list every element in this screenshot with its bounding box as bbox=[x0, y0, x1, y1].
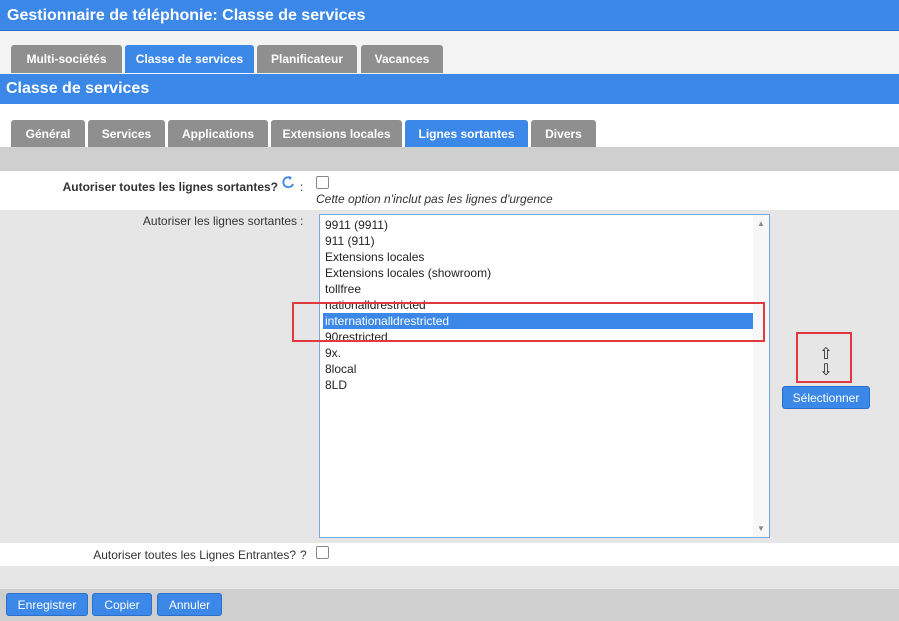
allow-all-outgoing-checkbox[interactable] bbox=[316, 176, 329, 189]
select-button[interactable]: Sélectionner bbox=[782, 386, 870, 409]
reorder-arrows: ⇧ ⇩ bbox=[816, 347, 836, 379]
tab-services[interactable]: Services bbox=[88, 120, 165, 148]
row-allow-all-incoming: Autoriser toutes les Lignes Entrantes? ? bbox=[0, 543, 899, 566]
sub-tab-bar: Général Services Applications Extensions… bbox=[0, 104, 899, 148]
tab-classe-de-services[interactable]: Classe de services bbox=[125, 45, 254, 73]
list-item[interactable]: 9911 (9911) bbox=[323, 217, 754, 233]
scroll-up-icon[interactable]: ▲ bbox=[757, 219, 765, 228]
list-item[interactable]: tollfree bbox=[323, 281, 754, 297]
top-tab-bar: Multi-sociétés Classe de services Planif… bbox=[0, 31, 899, 74]
tab-extensions-locales[interactable]: Extensions locales bbox=[271, 120, 402, 148]
save-button[interactable]: Enregistrer bbox=[6, 593, 88, 616]
tab-vacances[interactable]: Vacances bbox=[361, 45, 443, 73]
copy-button[interactable]: Copier bbox=[92, 593, 152, 616]
app-title: Gestionnaire de téléphonie: Classe de se… bbox=[0, 0, 899, 31]
toolbar-strip bbox=[0, 147, 899, 171]
footer-bar: Enregistrer Copier Annuler bbox=[0, 589, 899, 621]
list-item[interactable]: Extensions locales bbox=[323, 249, 754, 265]
scroll-down-icon[interactable]: ▼ bbox=[757, 524, 765, 533]
listbox-scrollbar[interactable]: ▲ ▼ bbox=[753, 215, 769, 537]
tab-multi-societes[interactable]: Multi-sociétés bbox=[11, 45, 122, 73]
list-item[interactable]: Extensions locales (showroom) bbox=[323, 265, 754, 281]
list-item[interactable]: 8local bbox=[323, 361, 754, 377]
list-item[interactable]: 8LD bbox=[323, 377, 754, 393]
allow-all-incoming-checkbox[interactable] bbox=[316, 546, 329, 559]
tab-lignes-sortantes[interactable]: Lignes sortantes bbox=[405, 120, 528, 148]
allow-all-incoming-label: Autoriser toutes les Lignes Entrantes? bbox=[93, 548, 296, 562]
outgoing-lines-listbox[interactable]: 9911 (9911) 911 (911) Extensions locales… bbox=[319, 214, 770, 538]
list-item[interactable]: 911 (911) bbox=[323, 233, 754, 249]
tab-planificateur[interactable]: Planificateur bbox=[257, 45, 357, 73]
tab-general[interactable]: Général bbox=[11, 120, 85, 148]
section-title: Classe de services bbox=[0, 74, 899, 104]
row-allow-all-outgoing: Autoriser toutes les lignes sortantes? :… bbox=[0, 171, 899, 210]
selection-highlight bbox=[292, 302, 765, 342]
list-item[interactable]: 9x. bbox=[323, 345, 754, 361]
cancel-button[interactable]: Annuler bbox=[157, 593, 222, 616]
emergency-note: Cette option n'inclut pas les lignes d'u… bbox=[316, 192, 553, 206]
separator: ? bbox=[300, 548, 307, 562]
spacer bbox=[0, 566, 899, 589]
arrow-down-icon[interactable]: ⇩ bbox=[816, 363, 836, 379]
refresh-icon[interactable] bbox=[281, 175, 295, 191]
separator: : bbox=[300, 180, 304, 194]
tab-applications[interactable]: Applications bbox=[168, 120, 268, 148]
separator: : bbox=[300, 214, 304, 228]
arrow-up-icon[interactable]: ⇧ bbox=[816, 347, 836, 363]
tab-divers[interactable]: Divers bbox=[531, 120, 596, 148]
allow-outgoing-label: Autoriser les lignes sortantes bbox=[142, 214, 297, 228]
allow-all-outgoing-label: Autoriser toutes les lignes sortantes? bbox=[62, 180, 278, 194]
